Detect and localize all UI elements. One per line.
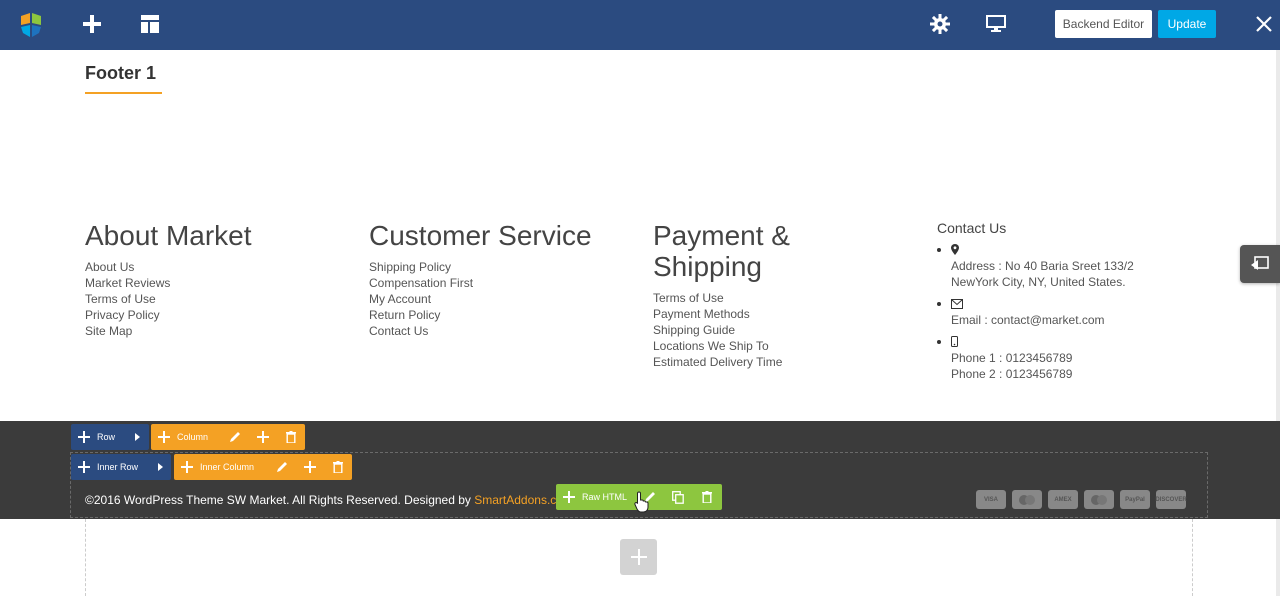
footer-link[interactable]: Privacy Policy xyxy=(85,307,345,323)
phone-line: Phone 1 : 0123456789 xyxy=(951,351,1073,365)
row-label[interactable]: Row xyxy=(97,424,125,450)
paypal-icon: PayPal xyxy=(1120,490,1150,509)
pencil-icon[interactable] xyxy=(221,424,249,450)
drag-move-icon[interactable] xyxy=(151,424,177,450)
trash-icon[interactable] xyxy=(277,424,305,450)
mastercard-icon xyxy=(1012,490,1042,509)
drag-move-icon[interactable] xyxy=(174,454,200,480)
raw-html-label[interactable]: Raw HTML xyxy=(582,484,636,510)
update-button[interactable]: Update xyxy=(1158,10,1216,38)
copyright-label: ©2016 WordPress Theme SW Market. All Rig… xyxy=(85,493,475,507)
copyright-text: ©2016 WordPress Theme SW Market. All Rig… xyxy=(85,493,573,507)
add-icon[interactable] xyxy=(296,454,324,480)
contact-address: Address : No 40 Baria Sreet 133/2 NewYor… xyxy=(937,242,1197,290)
builder-logo-icon[interactable] xyxy=(16,10,46,40)
footer-link[interactable]: Estimated Delivery Time xyxy=(653,354,913,370)
gear-icon[interactable] xyxy=(926,10,954,38)
row-controls: Row xyxy=(71,424,149,450)
contact-us-column: Contact Us Address : No 40 Baria Sreet 1… xyxy=(937,220,1197,382)
payment-methods: VISA AMEX PayPal DISCOVER xyxy=(976,490,1187,509)
about-market-heading: About Market xyxy=(85,220,252,251)
email-text[interactable]: Email : contact@market.com xyxy=(951,312,1197,328)
title-underline xyxy=(85,92,162,94)
column-label[interactable]: Column xyxy=(177,424,221,450)
trash-icon[interactable] xyxy=(324,454,352,480)
maestro-icon xyxy=(1084,490,1114,509)
heading-line: Payment & xyxy=(653,220,790,251)
trash-icon[interactable] xyxy=(692,484,722,510)
inner-row-label[interactable]: Inner Row xyxy=(97,454,149,480)
payment-shipping-links: Terms of Use Payment Methods Shipping Gu… xyxy=(653,290,913,370)
amex-icon: AMEX xyxy=(1048,490,1078,509)
caret-right-icon[interactable] xyxy=(125,424,149,450)
add-element-icon[interactable] xyxy=(620,539,657,575)
layout-icon[interactable] xyxy=(136,10,164,38)
payment-shipping-column: Payment & Shipping Terms of Use Payment … xyxy=(653,220,913,370)
heading-line: Shipping xyxy=(653,251,762,282)
phone-line: Phone 2 : 0123456789 xyxy=(951,367,1073,381)
footer-link[interactable]: Shipping Guide xyxy=(653,322,913,338)
close-icon[interactable] xyxy=(1250,10,1278,38)
footer-link[interactable]: Return Policy xyxy=(369,307,629,323)
contact-email: Email : contact@market.com xyxy=(937,296,1197,328)
page-title: Footer 1 xyxy=(85,63,157,83)
footer-link[interactable]: Terms of Use xyxy=(85,291,345,307)
backend-editor-button[interactable]: Backend Editor xyxy=(1055,10,1152,38)
mobile-phone-icon xyxy=(951,334,1197,348)
caret-right-icon[interactable] xyxy=(149,454,171,480)
footer-link[interactable]: Market Reviews xyxy=(85,275,345,291)
edit-panel-toggle-icon[interactable] xyxy=(1240,245,1280,283)
monitor-icon[interactable] xyxy=(982,10,1010,38)
footer-link[interactable]: Compensation First xyxy=(369,275,629,291)
contact-us-title: Contact Us xyxy=(937,220,1007,236)
payment-shipping-heading: Payment & Shipping xyxy=(653,220,913,282)
add-icon[interactable] xyxy=(249,424,277,450)
envelope-icon xyxy=(951,296,1197,310)
list-bullet xyxy=(937,302,941,306)
inner-column-label[interactable]: Inner Column xyxy=(200,454,268,480)
visa-icon: VISA xyxy=(976,490,1006,509)
drag-move-icon[interactable] xyxy=(71,424,97,450)
about-market-links: About Us Market Reviews Terms of Use Pri… xyxy=(85,259,345,339)
pencil-icon[interactable] xyxy=(268,454,296,480)
footer-link[interactable]: Payment Methods xyxy=(653,306,913,322)
map-marker-icon xyxy=(951,242,1197,256)
customer-service-links: Shipping Policy Compensation First My Ac… xyxy=(369,259,629,339)
editor-toolbar: Backend Editor Update xyxy=(0,0,1280,50)
footer-link[interactable]: Site Map xyxy=(85,323,345,339)
list-bullet xyxy=(937,248,941,252)
footer-link[interactable]: Contact Us xyxy=(369,323,629,339)
address-line: Address : No 40 Baria Sreet 133/2 xyxy=(951,259,1134,273)
add-element-icon[interactable] xyxy=(78,10,106,38)
inner-row-controls: Inner Row xyxy=(71,454,171,480)
footer-link[interactable]: My Account xyxy=(369,291,629,307)
customer-service-column: Customer Service Shipping Policy Compens… xyxy=(369,220,629,339)
footer-link[interactable]: Terms of Use xyxy=(653,290,913,306)
footer-link[interactable]: Shipping Policy xyxy=(369,259,629,275)
drag-move-icon[interactable] xyxy=(71,454,97,480)
column-controls: Column xyxy=(151,424,305,450)
hand-cursor-icon xyxy=(634,491,650,518)
about-market-column: About Market About Us Market Reviews Ter… xyxy=(85,220,345,339)
contact-phone: Phone 1 : 0123456789 Phone 2 : 012345678… xyxy=(937,334,1197,382)
address-line: NewYork City, NY, United States. xyxy=(951,275,1126,289)
copy-icon[interactable] xyxy=(664,484,692,510)
discover-icon: DISCOVER xyxy=(1155,490,1187,509)
customer-service-heading: Customer Service xyxy=(369,220,592,251)
drag-move-icon[interactable] xyxy=(556,484,582,510)
footer-link[interactable]: Locations We Ship To xyxy=(653,338,913,354)
inner-column-controls: Inner Column xyxy=(174,454,352,480)
footer-link[interactable]: About Us xyxy=(85,259,345,275)
list-bullet xyxy=(937,340,941,344)
